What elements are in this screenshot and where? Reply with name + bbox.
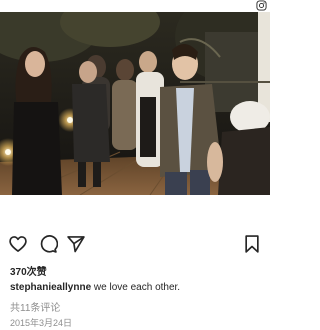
caption: stephanieallynne we love each other. xyxy=(10,282,180,293)
send-icon[interactable] xyxy=(66,234,86,254)
top-bar xyxy=(0,0,270,12)
caption-text: we love each other. xyxy=(93,282,181,293)
heart-icon[interactable] xyxy=(8,234,28,254)
instagram-icon[interactable] xyxy=(256,0,267,11)
post-date: 2015年3月24日 xyxy=(10,318,73,328)
comment-icon[interactable] xyxy=(38,234,58,254)
post-photo[interactable] xyxy=(0,12,270,195)
bookmark-icon[interactable] xyxy=(242,234,262,254)
action-bar xyxy=(0,234,270,260)
party-scene xyxy=(0,12,270,195)
like-count[interactable]: 370次赞 xyxy=(10,263,47,278)
username-link[interactable]: stephanieallynne xyxy=(10,282,91,293)
view-comments-link[interactable]: 共11条评论 xyxy=(10,299,60,314)
